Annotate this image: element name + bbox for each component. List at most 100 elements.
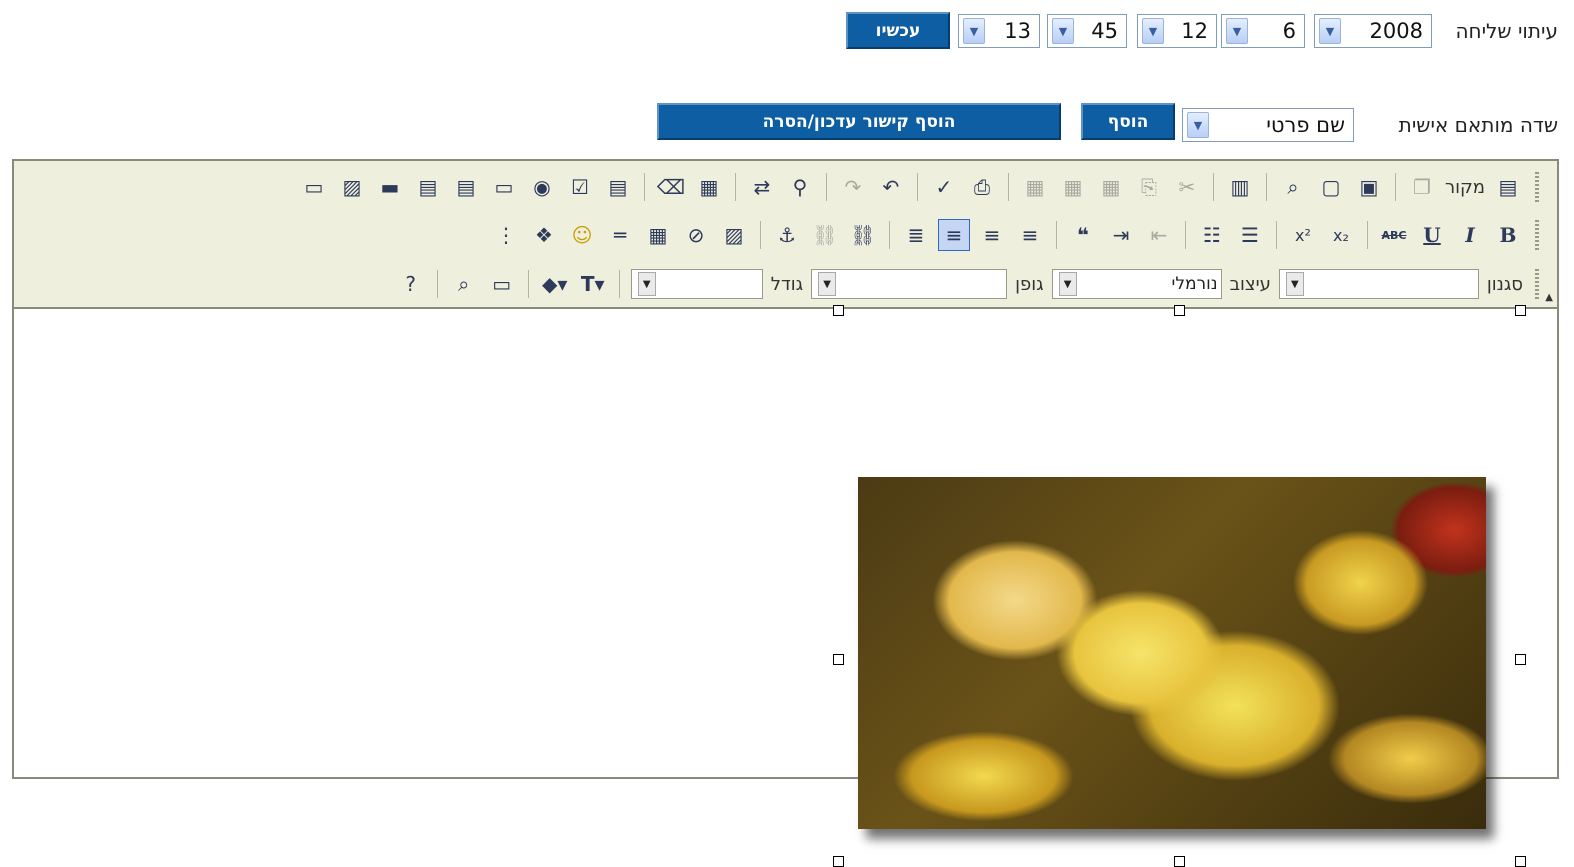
checkbox-icon[interactable]: ☑ (564, 171, 596, 203)
custom-field-select[interactable]: ▼ שם פרטי (1182, 108, 1354, 142)
page-break-icon[interactable]: ⋮ (490, 219, 522, 251)
month-select[interactable]: ▼ 6 (1221, 14, 1305, 48)
size-combo[interactable]: ▼ (630, 269, 763, 299)
flash-icon[interactable]: ⊘ (680, 219, 712, 251)
source-label[interactable]: מקור (1445, 177, 1485, 198)
replace-icon[interactable]: ⇄ (746, 171, 778, 203)
eraser-icon[interactable]: ⌫ (655, 171, 687, 203)
resize-handle[interactable] (1174, 856, 1185, 867)
resize-handle[interactable] (833, 654, 844, 665)
italic-icon[interactable]: I (1454, 219, 1486, 251)
unlink-icon[interactable]: ⛓ (809, 219, 841, 251)
redo-icon[interactable]: ↷ (837, 171, 869, 203)
spellcheck-icon[interactable]: ✓ (928, 171, 960, 203)
textarea-icon[interactable]: ▤ (450, 171, 482, 203)
toolbar-grip[interactable] (1535, 269, 1539, 299)
minute-value: 45 (1091, 19, 1118, 43)
bulleted-list-icon[interactable]: ☷ (1196, 219, 1228, 251)
resize-handle[interactable] (1174, 305, 1185, 316)
format-combo[interactable]: ▼ נורמלי (1051, 269, 1222, 299)
paste-word-icon[interactable]: ▦ (1019, 171, 1051, 203)
rich-text-editor[interactable]: ▤ מקור ❐ ▣ ▢ ⌕ ▥ ✂ ⎘ ▦ ▦ ▦ ⎙ ✓ ↶ ↷ ⚲ ⇄ ▦ (12, 159, 1559, 867)
help-icon[interactable]: ? (395, 268, 427, 300)
editor-content-area[interactable] (14, 305, 1557, 867)
smiley-icon[interactable]: ☺ (566, 219, 598, 251)
anchor-icon[interactable]: ⚓ (771, 219, 803, 251)
zoom-icon[interactable]: ⌕ (448, 268, 480, 300)
form-icon[interactable]: ▤ (602, 171, 634, 203)
select-all-icon[interactable]: ▥ (1224, 171, 1256, 203)
toolbar-grip[interactable] (1535, 172, 1539, 202)
blockquote-icon[interactable]: ❝ (1067, 219, 1099, 251)
subscript-icon[interactable]: x₂ (1325, 219, 1357, 251)
chevron-down-icon[interactable]: ▼ (963, 18, 985, 44)
copy-icon[interactable]: ⎘ (1133, 171, 1165, 203)
collapse-toolbar-icon[interactable]: ▲ (1545, 292, 1553, 303)
chevron-down-icon[interactable]: ▼ (1058, 272, 1077, 296)
align-left-icon[interactable]: ≡ (1014, 219, 1046, 251)
text-field-icon[interactable]: ▭ (488, 171, 520, 203)
chevron-down-icon[interactable]: ▼ (1142, 18, 1164, 44)
custom-field-value: שם פרטי (1266, 113, 1345, 137)
chevron-down-icon[interactable]: ▼ (1319, 18, 1341, 44)
schedule-label: עיתוי שליחה (1455, 19, 1558, 43)
yellow-lilies-image[interactable] (858, 477, 1486, 829)
hidden-field-icon[interactable]: ▭ (298, 171, 330, 203)
outdent-icon[interactable]: ⇤ (1143, 219, 1175, 251)
align-justify-icon[interactable]: ≣ (900, 219, 932, 251)
maximize-icon[interactable]: ▭ (486, 268, 518, 300)
cut-icon[interactable]: ✂ (1171, 171, 1203, 203)
resize-handle[interactable] (1515, 654, 1526, 665)
chevron-down-icon[interactable]: ▼ (1226, 18, 1248, 44)
font-combo[interactable]: ▼ (811, 269, 1008, 299)
show-blocks-icon[interactable]: ▦ (693, 171, 725, 203)
add-update-link-button[interactable]: הוסף קישור עדכון/הסרה (657, 103, 1061, 140)
hour-select[interactable]: ▼ 13 (958, 14, 1040, 48)
text-color-icon[interactable]: T▾ (577, 268, 609, 300)
bold-icon[interactable]: B (1492, 219, 1524, 251)
minute-select[interactable]: ▼ 45 (1047, 14, 1127, 48)
button-field-icon[interactable]: ▬ (374, 171, 406, 203)
link-icon[interactable]: ⛓ (847, 219, 879, 251)
year-select[interactable]: ▼ 2008 (1314, 14, 1432, 48)
new-page-icon[interactable]: ▢ (1315, 171, 1347, 203)
add-button[interactable]: הוסף (1081, 103, 1175, 140)
image-icon[interactable]: ▨ (718, 219, 750, 251)
chevron-down-icon[interactable]: ▼ (1052, 18, 1074, 44)
table-icon[interactable]: ▦ (642, 219, 674, 251)
strikethrough-icon[interactable]: ABC (1378, 219, 1410, 251)
horizontal-rule-icon[interactable]: ═ (604, 219, 636, 251)
underline-icon[interactable]: U (1416, 219, 1448, 251)
select-field-icon[interactable]: ▤ (412, 171, 444, 203)
toolbar-grip[interactable] (1535, 220, 1539, 250)
chevron-down-icon[interactable]: ▼ (1285, 272, 1304, 296)
templates-icon[interactable]: ❐ (1406, 171, 1438, 203)
resize-handle[interactable] (1515, 856, 1526, 867)
radio-icon[interactable]: ◉ (526, 171, 558, 203)
align-center-icon[interactable]: ≡ (976, 219, 1008, 251)
undo-icon[interactable]: ↶ (875, 171, 907, 203)
chevron-down-icon[interactable]: ▼ (1187, 112, 1209, 138)
paste-text-icon[interactable]: ▦ (1057, 171, 1089, 203)
chevron-down-icon[interactable]: ▼ (818, 272, 837, 296)
image-button-icon[interactable]: ▨ (336, 171, 368, 203)
resize-handle[interactable] (833, 856, 844, 867)
find-icon[interactable]: ⚲ (784, 171, 816, 203)
chevron-down-icon[interactable]: ▼ (637, 272, 656, 296)
preview-icon[interactable]: ⌕ (1277, 171, 1309, 203)
save-icon[interactable]: ▣ (1353, 171, 1385, 203)
indent-icon[interactable]: ⇥ (1105, 219, 1137, 251)
day-select[interactable]: ▼ 12 (1137, 14, 1217, 48)
numbered-list-icon[interactable]: ☰ (1234, 219, 1266, 251)
paste-icon[interactable]: ▦ (1095, 171, 1127, 203)
now-button[interactable]: עכשיו (846, 12, 950, 49)
source-icon[interactable]: ▤ (1492, 171, 1524, 203)
print-icon[interactable]: ⎙ (966, 171, 998, 203)
special-char-icon[interactable]: ❖ (528, 219, 560, 251)
superscript-icon[interactable]: x² (1287, 219, 1319, 251)
style-combo[interactable]: ▼ (1278, 269, 1479, 299)
resize-handle[interactable] (1515, 305, 1526, 316)
align-right-icon[interactable]: ≡ (938, 219, 970, 251)
background-color-icon[interactable]: ◆▾ (539, 268, 571, 300)
resize-handle[interactable] (833, 305, 844, 316)
